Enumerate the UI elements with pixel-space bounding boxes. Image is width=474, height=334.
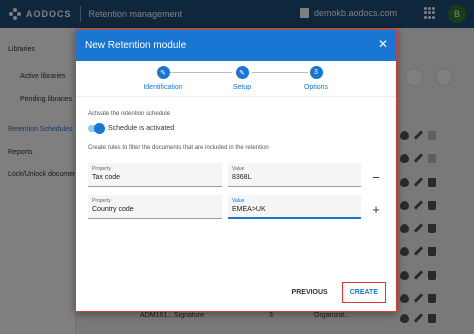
edit-icon: ✎ <box>235 66 249 79</box>
remove-rule-button[interactable]: − <box>370 171 382 184</box>
rule-value-field[interactable]: Value 8368L <box>228 163 361 187</box>
schedule-toggle-row: Schedule is activated <box>88 123 175 134</box>
rule-property-field[interactable]: Property Tax code <box>88 163 222 187</box>
schedule-toggle[interactable] <box>88 123 105 134</box>
stepper: ✎ Identification ✎ Setup 3 Options <box>76 61 396 97</box>
field-label: Property <box>92 166 111 172</box>
field-value: EMEA>UK <box>232 206 266 213</box>
field-label: Value <box>232 166 245 172</box>
rule-property-field[interactable]: Property Country code <box>88 195 222 219</box>
edit-icon: ✎ <box>156 66 170 79</box>
dialog-actions: PREVIOUS CREATE <box>286 282 386 303</box>
toggle-label: Schedule is activated <box>108 125 175 132</box>
add-rule-button[interactable]: + <box>370 203 382 216</box>
field-label: Value <box>232 198 245 204</box>
new-retention-dialog: New Retention module ✕ ✎ Identification … <box>75 29 397 312</box>
create-button[interactable]: CREATE <box>341 282 386 303</box>
dialog-title: New Retention module <box>85 40 187 51</box>
step-label: Options <box>303 84 329 91</box>
field-value: Tax code <box>92 174 121 181</box>
step-label: Identification <box>143 84 183 91</box>
rules-hint: Create rules to filter the documents tha… <box>88 145 269 151</box>
step-identification[interactable]: ✎ Identification <box>128 66 198 91</box>
previous-button[interactable]: PREVIOUS <box>286 284 334 301</box>
step-number: 3 <box>309 66 323 79</box>
step-label: Setup <box>232 84 252 91</box>
step-options[interactable]: 3 Options <box>281 66 351 91</box>
rule-value-field[interactable]: Value EMEA>UK <box>228 195 361 219</box>
dialog-header: New Retention module ✕ <box>76 30 396 61</box>
field-value: Country code <box>92 206 134 213</box>
field-value: 8368L <box>232 174 252 181</box>
field-label: Property <box>92 198 111 204</box>
step-setup[interactable]: ✎ Setup <box>207 66 277 91</box>
activate-hint: Activate the retention schedule <box>88 111 171 117</box>
close-icon[interactable]: ✕ <box>378 38 388 50</box>
